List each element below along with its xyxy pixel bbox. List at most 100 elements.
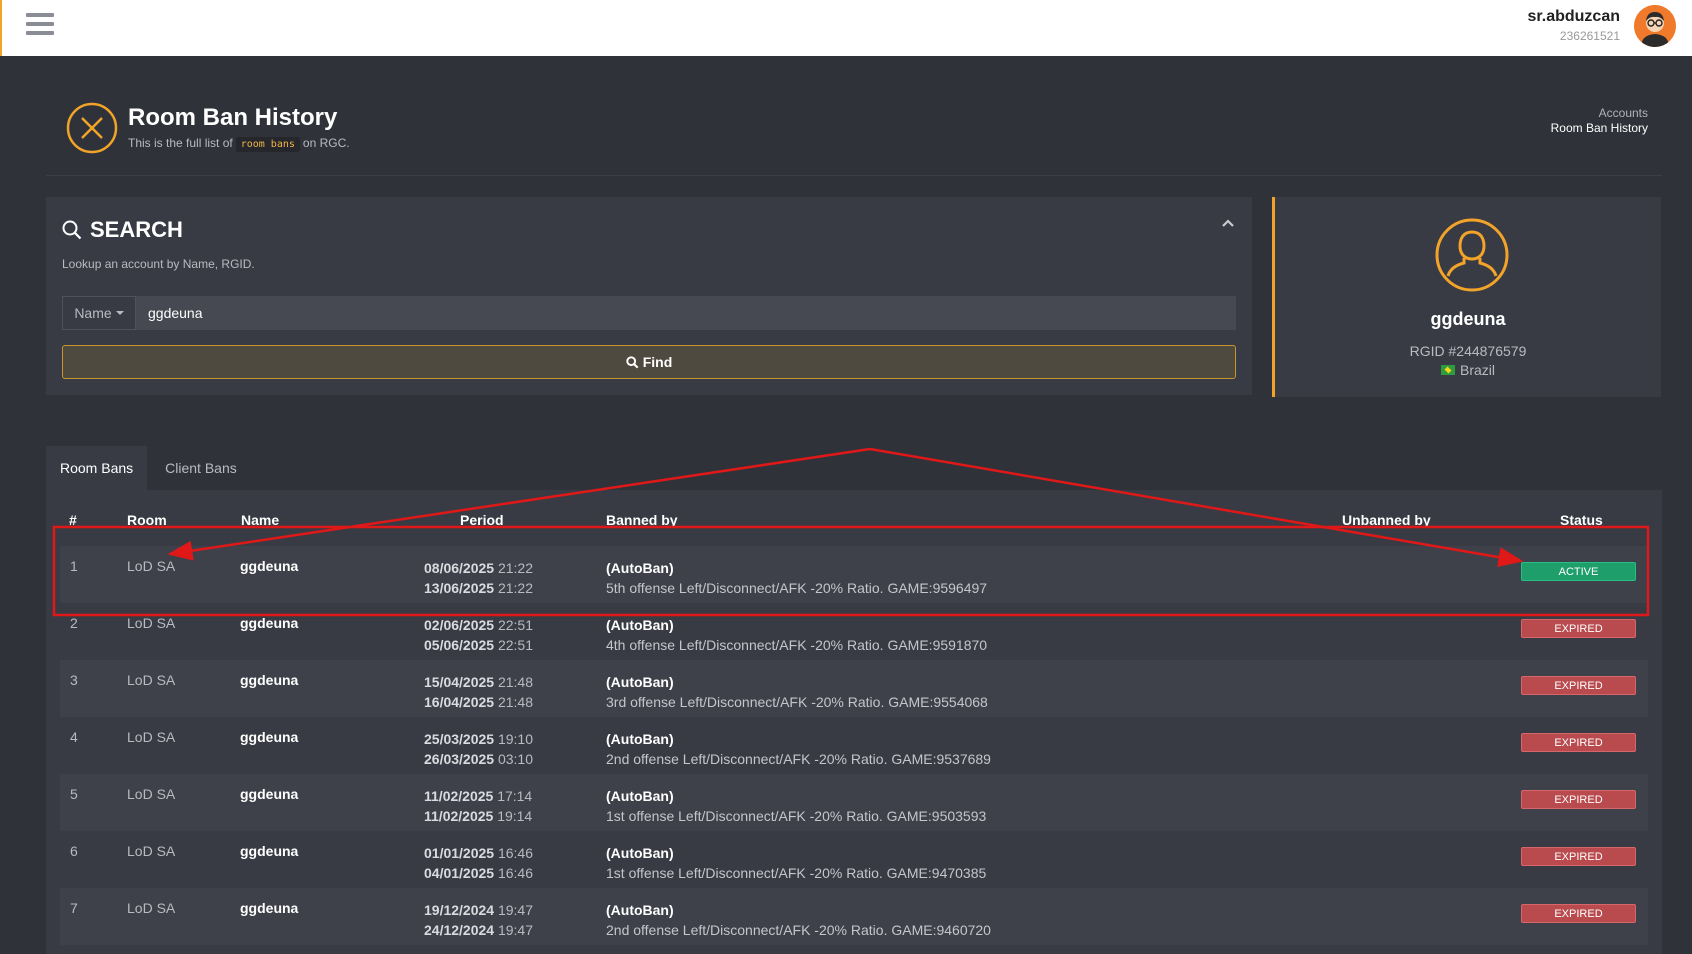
tab-client-bans[interactable]: Client Bans [147, 446, 251, 490]
period-start-date: 15/04/2025 [424, 674, 495, 690]
table-row[interactable]: 3 LoD SA ggdeuna 15/04/2025 21:48 16/04/2025… [60, 660, 1648, 717]
tabs: Room Bans Client Bans [46, 446, 251, 490]
table-header: # Room Name Period Banned by Unbanned by… [46, 512, 1662, 532]
period-end-date: 11/02/2025 [424, 808, 494, 824]
col-banned-by: Banned by [606, 512, 678, 528]
status-badge: EXPIRED [1521, 847, 1636, 866]
banned-by-name: (AutoBan) [606, 845, 674, 861]
row-period: 15/04/2025 21:48 16/04/2025 21:48 [424, 672, 533, 712]
row-banned-by: (AutoBan) 1st offense Left/Disconnect/AFK… [606, 843, 986, 883]
table-row[interactable]: 7 LoD SA ggdeuna 19/12/2024 19:47 24/12/2024… [60, 888, 1648, 945]
period-start-date: 11/02/2025 [424, 788, 494, 804]
avatar[interactable] [1634, 5, 1676, 47]
row-period: 11/02/2025 17:14 11/02/2025 19:14 [424, 786, 532, 826]
top-bar: sr.abduzcan 236261521 [0, 0, 1692, 56]
status-badge: EXPIRED [1521, 790, 1636, 809]
col-period: Period [460, 512, 504, 528]
period-end-date: 13/06/2025 [424, 580, 495, 596]
row-banned-by: (AutoBan) 1st offense Left/Disconnect/AFK… [606, 786, 986, 826]
row-name: ggdeuna [240, 900, 299, 916]
period-end-time: 03:10 [497, 751, 534, 767]
row-room: LoD SA [127, 843, 176, 859]
profile-country: Brazil [1275, 362, 1661, 378]
table-row[interactable]: 6 LoD SA ggdeuna 01/01/2025 16:46 04/01/2025… [60, 831, 1648, 888]
profile-name: ggdeuna [1430, 309, 1506, 329]
period-end-time: 21:22 [497, 580, 534, 596]
row-banned-by: (AutoBan) 4th offense Left/Disconnect/AFK… [606, 615, 987, 655]
row-banned-by: (AutoBan) 2nd offense Left/Disconnect/AFK… [606, 900, 991, 940]
status-badge: EXPIRED [1521, 733, 1636, 752]
row-room: LoD SA [127, 558, 176, 574]
page-header: Room Ban History This is the full list o… [46, 56, 1662, 176]
row-number: 1 [70, 558, 78, 574]
search-hint: Lookup an account by Name, RGID. [62, 257, 255, 271]
table-row[interactable]: 4 LoD SA ggdeuna 25/03/2025 19:10 26/03/2025… [60, 717, 1648, 774]
row-room: LoD SA [127, 729, 176, 745]
user-name[interactable]: sr.abduzcan [1528, 8, 1620, 26]
row-number: 6 [70, 843, 78, 859]
period-end-time: 21:48 [497, 694, 534, 710]
ban-reason: 2nd offense Left/Disconnect/AFK -20% Rat… [606, 751, 991, 767]
tab-room-bans[interactable]: Room Bans [46, 446, 148, 490]
row-number: 2 [70, 615, 78, 631]
period-start-time: 16:46 [497, 845, 534, 861]
period-end-time: 22:51 [497, 637, 534, 653]
row-number: 7 [70, 900, 78, 916]
ban-reason: 3rd offense Left/Disconnect/AFK -20% Rat… [606, 694, 988, 710]
ban-reason: 2nd offense Left/Disconnect/AFK -20% Rat… [606, 922, 991, 938]
period-start-time: 19:10 [497, 731, 534, 747]
caret-down-icon [115, 311, 124, 315]
row-room: LoD SA [127, 615, 176, 631]
col-status: Status [1560, 512, 1603, 528]
row-banned-by: (AutoBan) 3rd offense Left/Disconnect/AFK… [606, 672, 988, 712]
period-end-date: 04/01/2025 [424, 865, 495, 881]
search-icon [626, 355, 639, 368]
row-banned-by: (AutoBan) 2nd offense Left/Disconnect/AFK… [606, 729, 991, 769]
row-number: 4 [70, 729, 78, 745]
find-button[interactable]: Find [62, 345, 1236, 379]
search-panel: SEARCH Lookup an account by Name, RGID. … [46, 197, 1252, 395]
status-badge: EXPIRED [1521, 619, 1636, 638]
banned-by-name: (AutoBan) [606, 560, 674, 576]
user-id: 236261521 [1559, 29, 1620, 43]
period-start-date: 25/03/2025 [424, 731, 495, 747]
close-circle-icon [66, 102, 118, 154]
row-name: ggdeuna [240, 786, 299, 802]
period-start-time: 22:51 [497, 617, 534, 633]
subtitle-code: room bans [235, 137, 300, 152]
ban-reason: 5th offense Left/Disconnect/AFK -20% Rat… [606, 580, 988, 596]
profile-country-name: Brazil [1459, 362, 1495, 378]
subtitle-prefix: This is the full list of [128, 136, 233, 150]
period-end-time: 19:47 [497, 922, 534, 938]
row-room: LoD SA [127, 786, 176, 802]
banned-by-name: (AutoBan) [606, 617, 674, 633]
row-name: ggdeuna [240, 843, 299, 859]
ban-reason: 4th offense Left/Disconnect/AFK -20% Rat… [606, 637, 988, 653]
col-room: Room [127, 512, 167, 528]
table-row[interactable]: 2 LoD SA ggdeuna 02/06/2025 22:51 05/06/2025… [60, 603, 1648, 660]
breadcrumb: Accounts Room Ban History [1551, 106, 1648, 135]
table-row[interactable]: 1 LoD SA ggdeuna 08/06/2025 21:22 13/06/2025… [60, 546, 1648, 603]
row-room: LoD SA [127, 672, 176, 688]
row-period: 02/06/2025 22:51 05/06/2025 22:51 [424, 615, 533, 655]
search-input[interactable] [136, 296, 1236, 330]
period-end-date: 05/06/2025 [424, 637, 495, 653]
col-name: Name [241, 512, 280, 528]
ban-reason: 1st offense Left/Disconnect/AFK -20% Rat… [606, 808, 987, 824]
status-badge: EXPIRED [1521, 904, 1636, 923]
breadcrumb-accounts[interactable]: Accounts [1551, 106, 1648, 120]
search-type-select[interactable]: Name [62, 296, 136, 330]
table-row[interactable]: 5 LoD SA ggdeuna 11/02/2025 17:14 11/02/2025… [60, 774, 1648, 831]
user-silhouette-icon [1435, 218, 1509, 292]
bans-table: # Room Name Period Banned by Unbanned by… [46, 490, 1662, 954]
page-subtitle: This is the full list of room bans on RGC. [128, 136, 350, 152]
hamburger-icon[interactable] [26, 13, 54, 37]
row-number: 3 [70, 672, 78, 688]
row-name: ggdeuna [240, 729, 299, 745]
row-name: ggdeuna [240, 558, 299, 574]
banned-by-name: (AutoBan) [606, 902, 674, 918]
chevron-up-icon[interactable] [1218, 213, 1238, 233]
search-title-text: SEARCH [90, 217, 183, 242]
row-banned-by: (AutoBan) 5th offense Left/Disconnect/AFK… [606, 558, 987, 598]
search-icon [62, 220, 82, 240]
